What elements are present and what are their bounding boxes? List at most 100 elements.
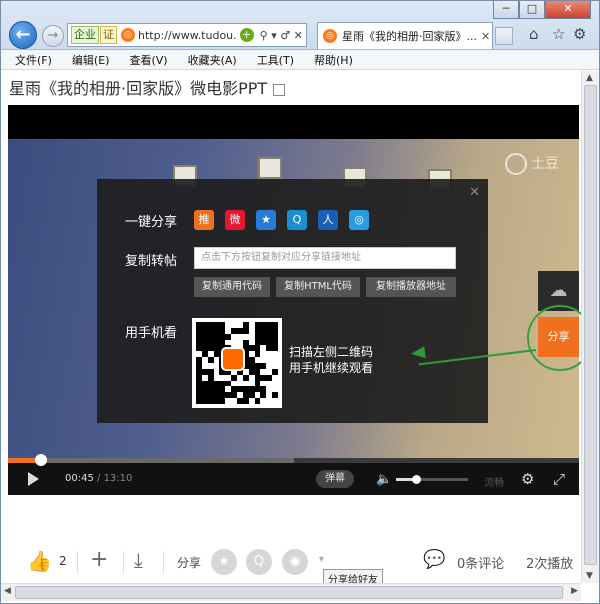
share-star-round-icon[interactable]: ★ bbox=[211, 549, 237, 575]
tab-close-icon[interactable]: ✕ bbox=[481, 30, 490, 43]
add-icon[interactable]: + bbox=[90, 547, 108, 572]
scan-line-2: 用手机继续观看 bbox=[289, 361, 374, 375]
like-count: 2 bbox=[59, 554, 67, 568]
time-display: 00:45 / 13:10 bbox=[65, 473, 132, 484]
menu-favorites[interactable]: 收藏夹(A) bbox=[188, 52, 237, 68]
menu-edit[interactable]: 编辑(E) bbox=[72, 52, 110, 68]
enterprise-badge: 企业 bbox=[71, 26, 99, 44]
menu-bar: 文件(F) 编辑(E) 查看(V) 收藏夹(A) 工具(T) 帮助(H) bbox=[1, 50, 599, 70]
one-click-share-label: 一键分享 bbox=[125, 215, 178, 230]
time-separator: / bbox=[93, 473, 104, 484]
qr-logo-icon bbox=[221, 347, 245, 371]
share-weibo-icon[interactable]: 微 bbox=[225, 210, 245, 230]
go-icon[interactable]: + bbox=[239, 28, 254, 42]
browser-tab[interactable]: ◎ 星雨《我的相册·回家版》... ✕ bbox=[317, 22, 493, 49]
annotation-arrowhead bbox=[410, 346, 426, 360]
scan-line-1: 扫描左侧二维码 bbox=[289, 345, 374, 359]
mobile-view-label: 用手机看 bbox=[125, 326, 178, 341]
share-tuijian-icon[interactable]: 推 bbox=[194, 210, 214, 230]
copy-icon[interactable] bbox=[273, 83, 286, 96]
scroll-right-icon[interactable]: ▶ bbox=[571, 586, 578, 596]
total-time: 13:10 bbox=[103, 473, 133, 484]
address-bar[interactable]: 企业 证 ◎ http://www.tudou. + ⚲ ▾ ♂ ✕ bbox=[67, 23, 307, 47]
share-weibo-round-icon[interactable]: ◉ bbox=[282, 549, 308, 575]
back-button[interactable]: ← bbox=[9, 21, 37, 49]
progress-knob[interactable] bbox=[34, 454, 47, 466]
tab-favicon-icon: ◎ bbox=[323, 29, 337, 43]
browser-window: ─ □ ✕ ← → 企业 证 ◎ http://www.tudou. + ⚲ ▾… bbox=[0, 0, 600, 604]
comment-count[interactable]: 0条评论 bbox=[457, 553, 504, 572]
window-controls: ─ □ ✕ bbox=[493, 1, 591, 19]
action-bar: 👍 2 + ⤓ 分享 ★ Q ◉ ▾ 💬 0条评论 2次播放 bbox=[1, 541, 581, 581]
page-title: 星雨《我的相册·回家版》微电影PPT bbox=[9, 75, 286, 99]
current-time: 00:45 bbox=[65, 473, 94, 484]
volume-knob[interactable] bbox=[412, 475, 422, 484]
horizontal-scrollbar[interactable]: ◀ ▶ bbox=[1, 583, 581, 601]
scene-picture bbox=[258, 157, 282, 179]
menu-view[interactable]: 查看(V) bbox=[129, 52, 167, 68]
qr-module bbox=[272, 398, 278, 404]
divider bbox=[163, 551, 164, 573]
play-icon[interactable] bbox=[28, 472, 39, 486]
copy-html-code-button[interactable]: 复制HTML代码 bbox=[276, 277, 360, 297]
scroll-up-icon[interactable]: ▲ bbox=[586, 73, 593, 83]
share-renren-icon[interactable]: 人 bbox=[318, 210, 338, 230]
scan-instructions: 扫描左侧二维码 用手机继续观看 bbox=[289, 344, 373, 376]
tab-title: 星雨《我的相册·回家版》... bbox=[342, 30, 477, 43]
watermark-text: 土豆 bbox=[531, 156, 559, 172]
copy-player-url-button[interactable]: 复制播放器地址 bbox=[366, 277, 456, 297]
volume-icon[interactable]: 🔈 bbox=[376, 472, 392, 487]
close-window-button[interactable]: ✕ bbox=[545, 1, 591, 19]
scroll-left-icon[interactable]: ◀ bbox=[4, 586, 11, 596]
player-controls: 00:45 / 13:10 弹幕 🔈 流畅 ⚙ ⤢ bbox=[8, 454, 579, 495]
hscroll-thumb[interactable] bbox=[15, 586, 563, 599]
volume-slider[interactable] bbox=[396, 475, 468, 484]
video-player[interactable]: 土豆 ✕ 一键分享 推 微 ★ Q 人 ◎ 复制转帖 点击下方按钮复制对应分享链… bbox=[8, 105, 581, 495]
copy-label: 复制转帖 bbox=[125, 254, 178, 269]
share-star-icon[interactable]: ★ bbox=[256, 210, 276, 230]
forward-button[interactable]: → bbox=[42, 25, 64, 47]
menu-tools[interactable]: 工具(T) bbox=[257, 52, 294, 68]
new-tab-button[interactable] bbox=[495, 27, 513, 45]
quality-button[interactable]: 流畅 bbox=[484, 474, 504, 489]
chevron-down-icon[interactable]: ▾ bbox=[319, 554, 324, 565]
share-label: 分享 bbox=[177, 556, 202, 570]
divider bbox=[77, 551, 78, 573]
like-icon[interactable]: 👍 bbox=[27, 549, 52, 573]
divider bbox=[123, 551, 124, 573]
share-close-icon[interactable]: ✕ bbox=[469, 185, 480, 200]
vertical-scrollbar[interactable]: ▲ ▼ bbox=[581, 71, 599, 583]
danmu-button[interactable]: 弹幕 bbox=[316, 470, 354, 488]
settings-icon[interactable]: ⚙ bbox=[521, 470, 534, 488]
menu-help[interactable]: 帮助(H) bbox=[314, 52, 353, 68]
progress-bar[interactable] bbox=[8, 454, 579, 466]
url-text[interactable]: http://www.tudou. bbox=[138, 29, 237, 42]
menu-file[interactable]: 文件(F) bbox=[15, 52, 52, 68]
share-qzone-icon[interactable]: ◎ bbox=[349, 210, 369, 230]
minimize-button[interactable]: ─ bbox=[493, 1, 519, 19]
buffer-fill bbox=[8, 458, 294, 463]
fullscreen-icon[interactable]: ⤢ bbox=[553, 470, 565, 488]
page-title-text: 星雨《我的相册·回家版》微电影PPT bbox=[9, 79, 268, 98]
home-icon[interactable]: ⌂ bbox=[529, 25, 539, 43]
qr-code bbox=[192, 318, 282, 408]
scroll-down-icon[interactable]: ▼ bbox=[586, 571, 593, 581]
scroll-thumb[interactable] bbox=[584, 85, 597, 565]
address-controls[interactable]: ⚲ ▾ ♂ ✕ bbox=[260, 29, 303, 42]
copy-generic-code-button[interactable]: 复制通用代码 bbox=[194, 277, 270, 297]
comment-icon[interactable]: 💬 bbox=[423, 549, 445, 570]
share-url-input[interactable]: 点击下方按钮复制对应分享链接地址 bbox=[194, 247, 456, 269]
download-icon[interactable]: ⤓ bbox=[134, 548, 143, 572]
site-favicon-icon: ◎ bbox=[121, 28, 135, 42]
share-panel: ✕ 一键分享 推 微 ★ Q 人 ◎ 复制转帖 点击下方按钮复制对应分享链接地址… bbox=[97, 179, 488, 423]
tudou-logo-icon bbox=[505, 153, 527, 175]
page-content: 星雨《我的相册·回家版》微电影PPT 土豆 ✕ 一键分享 推 微 ★ Q 人 ◎… bbox=[1, 71, 581, 591]
share-qq-round-icon[interactable]: Q bbox=[246, 549, 272, 575]
cert-badge: 证 bbox=[100, 26, 117, 44]
gear-icon[interactable]: ⚙ bbox=[573, 25, 586, 43]
maximize-button[interactable]: □ bbox=[519, 1, 545, 19]
play-count: 2次播放 bbox=[526, 557, 574, 572]
browser-toolbar: ─ □ ✕ ← → 企业 证 ◎ http://www.tudou. + ⚲ ▾… bbox=[1, 1, 599, 50]
favorites-icon[interactable]: ☆ bbox=[552, 25, 565, 43]
share-qq-icon[interactable]: Q bbox=[287, 210, 307, 230]
